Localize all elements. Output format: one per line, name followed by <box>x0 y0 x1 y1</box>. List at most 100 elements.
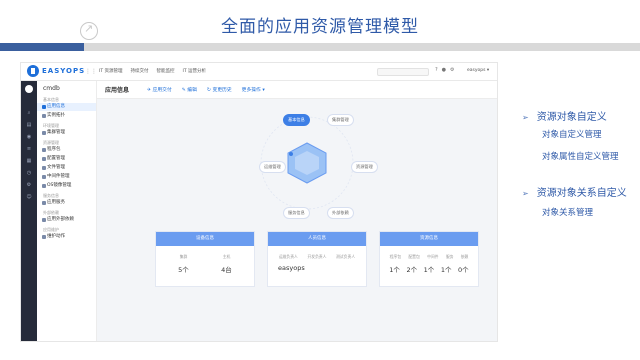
sidebar-item-label: 文件管理 <box>47 165 65 170</box>
sidebar: cmdb 基本信息 应用信息 实例拓扑 环境管理 集群管理 资源管理 程序包 配… <box>37 81 97 341</box>
rail-logo-icon <box>25 85 33 93</box>
history-button[interactable]: ↻ 变更历史 <box>207 86 232 93</box>
header-band-blue <box>0 43 84 51</box>
card-value[interactable]: 4台 <box>221 264 232 274</box>
top-nav-item[interactable]: IT 运营分析 <box>183 68 207 74</box>
resource-info-card: 资源信息 程序包 配置包 中间件 服务 依赖 1个 2个 1个 1个 0个 <box>379 231 479 287</box>
sidebar-item-cluster[interactable]: 集群管理 <box>37 129 96 137</box>
edit-button[interactable]: ✎ 编辑 <box>182 86 197 93</box>
card-labels: 程序包 配置包 中间件 服务 依赖 <box>386 254 472 260</box>
top-icons: ? ● ⚙ <box>435 67 455 73</box>
card-label: 开发负责人 <box>307 254 327 259</box>
diagram-node-basic[interactable]: 基本信息 <box>283 114 310 126</box>
card-value[interactable]: 5个 <box>178 264 189 274</box>
diagram-node-external[interactable]: 外部依赖 <box>327 207 354 219</box>
cluster-icon <box>42 131 46 135</box>
external-icon <box>42 218 46 222</box>
maintain-icon <box>42 235 46 239</box>
app-info-icon <box>42 105 46 109</box>
search-input[interactable] <box>377 68 429 76</box>
bullet-item: ➢ 资源对象关系自定义 <box>522 184 627 199</box>
brand-name: EASYOPS <box>42 67 86 75</box>
brand[interactable]: EASYOPS <box>27 65 85 77</box>
card-labels: 集群 主机 <box>162 254 248 260</box>
sidebar-item-label: 应用信息 <box>47 104 65 109</box>
card-label: 程序包 <box>389 254 402 259</box>
settings-icon[interactable]: ⚙ <box>450 67 454 73</box>
card-value[interactable]: 0个 <box>458 264 469 274</box>
action-bar: ✈ 应用交付 ✎ 编辑 ↻ 变更历史 更多操作 ▾ <box>147 86 265 93</box>
rail-cmdb-icon[interactable]: ◉ <box>25 135 33 140</box>
diagram-node-service[interactable]: 服务信息 <box>283 207 310 219</box>
sidebar-item-label: 维护动作 <box>47 234 65 239</box>
rail-gear-icon[interactable]: ⚙ <box>25 183 33 188</box>
sidebar-item-app-info[interactable]: 应用信息 <box>37 103 96 111</box>
card-values: easyops <box>274 264 360 272</box>
card-title: 人员信息 <box>268 232 366 246</box>
diagram-node-cluster[interactable]: 集群管理 <box>327 114 354 126</box>
card-label: 服务 <box>445 254 454 259</box>
header-band-gray <box>84 43 640 51</box>
card-values: 1个 2个 1个 1个 0个 <box>386 264 472 274</box>
sidebar-item-label: 应用服务 <box>47 200 65 205</box>
resource-diagram: 基本信息 集群管理 资源管理 外部依赖 服务信息 运维管理 <box>97 99 497 229</box>
card-labels: 运维负责人 开发负责人 测试负责人 <box>274 254 360 260</box>
sidebar-item-label: 程序包 <box>47 147 61 152</box>
sidebar-item-label: 应用外部依赖 <box>47 217 74 222</box>
user-menu[interactable]: easyops ▾ <box>467 68 489 73</box>
top-nav-item[interactable]: 持续交付 <box>131 68 149 74</box>
sidebar-item-files[interactable]: 文件管理 <box>37 164 96 172</box>
edit-label: 编辑 <box>187 88 197 93</box>
diagram-node-ops[interactable]: 运维管理 <box>259 161 286 173</box>
bullet-item: ➢ 资源对象自定义 <box>522 108 607 123</box>
sidebar-item-label: OS镜像管理 <box>47 183 72 188</box>
app-grid-icon[interactable]: ⋮⋮ <box>85 68 97 75</box>
sidebar-item-service[interactable]: 应用服务 <box>37 199 96 207</box>
icon-rail: ⌕ ▤ ◉ ≡ ▦ ◷ ⚙ ☺ <box>21 81 37 341</box>
bullet-arrow-icon: ➢ <box>522 113 529 122</box>
sidebar-item-middleware[interactable]: 中间件管理 <box>37 173 96 181</box>
sidebar-item-label: 配置管理 <box>47 156 65 161</box>
bullet-label: 资源对象关系自定义 <box>536 188 627 199</box>
os-image-icon <box>42 184 46 188</box>
arrow-circle-icon <box>80 22 98 40</box>
file-icon <box>42 166 46 170</box>
deliver-button[interactable]: ✈ 应用交付 <box>147 86 172 93</box>
rail-list-icon[interactable]: ≡ <box>25 147 33 152</box>
top-nav-item[interactable]: IT 资源管理 <box>99 68 123 74</box>
rail-search-icon[interactable]: ⌕ <box>25 111 33 116</box>
help-icon[interactable]: ? <box>435 67 438 73</box>
sidebar-item-os-image[interactable]: OS镜像管理 <box>37 182 96 190</box>
top-nav: IT 资源管理 持续交付 智能监控 IT 运营分析 <box>99 68 206 74</box>
card-value[interactable]: 1个 <box>441 264 452 274</box>
service-icon <box>42 201 46 205</box>
app-screenshot: EASYOPS ⋮⋮ IT 资源管理 持续交付 智能监控 IT 运营分析 ? ●… <box>20 62 498 342</box>
top-nav-item[interactable]: 智能监控 <box>157 68 175 74</box>
bullet-arrow-icon: ➢ <box>522 189 529 198</box>
more-actions-button[interactable]: 更多操作 ▾ <box>242 86 265 93</box>
sidebar-item-maintain[interactable]: 维护动作 <box>37 233 96 241</box>
sidebar-item-topology[interactable]: 实例拓扑 <box>37 112 96 120</box>
card-label: 配置包 <box>408 254 420 259</box>
card-value[interactable]: 1个 <box>424 264 435 274</box>
sidebar-item-config[interactable]: 配置管理 <box>37 155 96 163</box>
rail-user-icon[interactable]: ☺ <box>25 195 33 200</box>
info-cards: 设备信息 集群 主机 5个 4台 人员信息 运维负责人 开发负责人 测试负责人 … <box>97 231 497 331</box>
rail-home-icon[interactable]: ▤ <box>25 123 33 128</box>
sidebar-item-external[interactable]: 应用外部依赖 <box>37 216 96 224</box>
card-label: 中间件 <box>427 254 439 259</box>
card-label: 依赖 <box>460 254 469 259</box>
card-value[interactable]: easyops <box>278 264 305 272</box>
sidebar-item-package[interactable]: 程序包 <box>37 146 96 154</box>
card-value[interactable]: 1个 <box>389 264 400 274</box>
history-label: 变更历史 <box>212 88 232 93</box>
people-info-card: 人员信息 运维负责人 开发负责人 测试负责人 easyops <box>267 231 367 287</box>
slide: 全面的应用资源管理模型 EASYOPS ⋮⋮ IT 资源管理 持续交付 智能监控… <box>0 0 640 360</box>
card-value[interactable]: 2个 <box>406 264 417 274</box>
card-values: 5个 4台 <box>162 264 248 274</box>
rail-chart-icon[interactable]: ▦ <box>25 159 33 164</box>
notification-icon[interactable]: ● <box>442 67 446 73</box>
sidebar-item-label: 中间件管理 <box>47 174 70 179</box>
rail-clock-icon[interactable]: ◷ <box>25 171 33 176</box>
diagram-node-resource[interactable]: 资源管理 <box>351 161 378 173</box>
